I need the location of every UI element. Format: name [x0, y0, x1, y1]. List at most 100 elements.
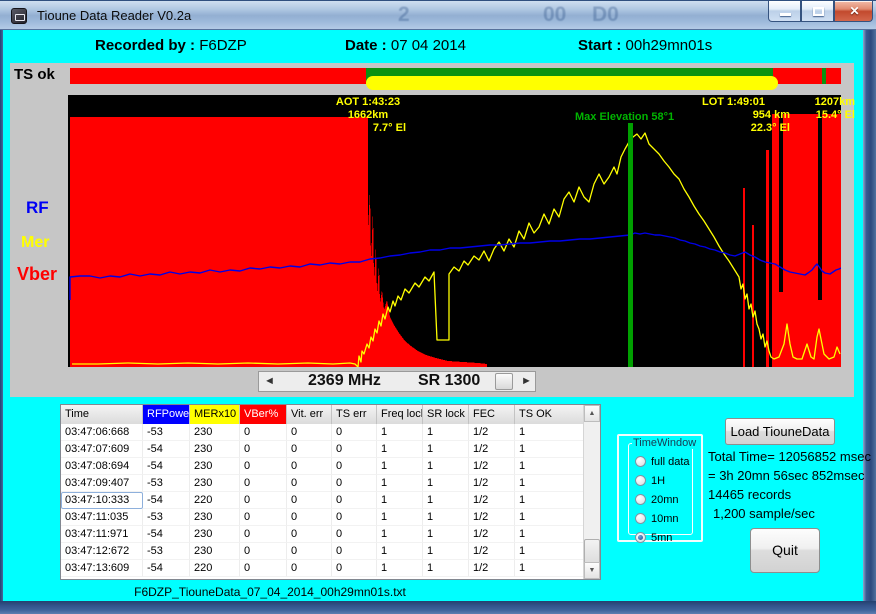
table-cell[interactable]: -54	[143, 458, 190, 475]
table-cell[interactable]: 1	[377, 441, 423, 458]
table-cell[interactable]: 1	[377, 458, 423, 475]
table-cell[interactable]: 0	[240, 458, 287, 475]
table-cell[interactable]: 0	[287, 543, 332, 560]
table-cell[interactable]: 1	[515, 560, 585, 577]
table-cell[interactable]: 0	[332, 424, 377, 441]
scroll-down-icon[interactable]: ▼	[584, 562, 600, 579]
table-cell[interactable]: 03:47:11:971	[61, 526, 143, 543]
table-cell[interactable]: 0	[332, 526, 377, 543]
table-cell[interactable]: 0	[287, 492, 332, 509]
table-cell[interactable]: 1	[515, 543, 585, 560]
table-cell[interactable]: 0	[287, 509, 332, 526]
table-cell[interactable]: 1/2	[469, 543, 515, 560]
table-cell[interactable]: 1	[515, 526, 585, 543]
table-cell[interactable]: -53	[143, 509, 190, 526]
table-cell[interactable]: 0	[332, 543, 377, 560]
table-cell[interactable]: 0	[287, 441, 332, 458]
table-cell[interactable]: 1	[515, 458, 585, 475]
table-cell[interactable]: 230	[190, 441, 240, 458]
table-cell[interactable]: 0	[332, 441, 377, 458]
table-cell[interactable]: 03:47:10:333	[61, 492, 143, 509]
load-tiounedata-button[interactable]: Load TiouneData	[725, 418, 835, 445]
table-cell[interactable]: 0	[240, 560, 287, 577]
table-cell[interactable]: 1	[423, 526, 469, 543]
column-header-ts-ok[interactable]: TS OK	[515, 405, 585, 424]
column-header-sr-lock[interactable]: SR lock	[423, 405, 469, 424]
table-cell[interactable]: 1	[423, 509, 469, 526]
table-cell[interactable]: 1/2	[469, 458, 515, 475]
table-row[interactable]: 03:47:12:672-53230000111/21	[61, 543, 600, 560]
table-cell[interactable]: -53	[143, 424, 190, 441]
table-cell[interactable]: 0	[287, 475, 332, 492]
table-cell[interactable]: 1	[377, 492, 423, 509]
table-cell[interactable]: 1	[515, 441, 585, 458]
table-scrollbar[interactable]: ▲ ▼	[583, 405, 600, 579]
scroll-right-icon[interactable]: ►	[521, 375, 532, 387]
table-cell[interactable]: 230	[190, 458, 240, 475]
table-cell[interactable]: 1/2	[469, 492, 515, 509]
table-cell[interactable]: 1/2	[469, 475, 515, 492]
table-cell[interactable]: 03:47:07:609	[61, 441, 143, 458]
column-header-time[interactable]: Time	[61, 405, 143, 424]
table-cell[interactable]: 1/2	[469, 441, 515, 458]
table-row[interactable]: 03:47:11:035-53230000111/21	[61, 509, 600, 526]
table-cell[interactable]: 0	[287, 458, 332, 475]
table-cell[interactable]: 1	[423, 560, 469, 577]
table-cell[interactable]: 1	[377, 526, 423, 543]
radio-icon[interactable]	[635, 456, 646, 467]
table-cell[interactable]: 03:47:11:035	[61, 509, 143, 526]
table-cell[interactable]: 1	[377, 509, 423, 526]
column-header-freq-lock[interactable]: Freq lock	[377, 405, 423, 424]
table-cell[interactable]: 1	[377, 424, 423, 441]
column-header-merx10[interactable]: MERx10	[190, 405, 240, 424]
table-cell[interactable]: 03:47:06:668	[61, 424, 143, 441]
table-cell[interactable]: 03:47:13:609	[61, 560, 143, 577]
table-cell[interactable]: 1	[377, 475, 423, 492]
table-cell[interactable]: 0	[240, 492, 287, 509]
table-cell[interactable]: 230	[190, 526, 240, 543]
radio-option-5mn[interactable]: 5mn	[635, 528, 690, 547]
table-cell[interactable]: 1	[515, 492, 585, 509]
table-cell[interactable]: 1	[515, 475, 585, 492]
table-row[interactable]: 03:47:06:668-53230000111/21	[61, 424, 600, 441]
table-cell[interactable]: 0	[332, 509, 377, 526]
radio-option-full-data[interactable]: full data	[635, 452, 690, 471]
table-cell[interactable]: 1/2	[469, 526, 515, 543]
table-cell[interactable]: -53	[143, 543, 190, 560]
table-cell[interactable]: 0	[332, 475, 377, 492]
table-cell[interactable]: 1	[377, 560, 423, 577]
quit-button[interactable]: Quit	[750, 528, 820, 573]
table-cell[interactable]: 1	[515, 509, 585, 526]
table-cell[interactable]: 0	[240, 543, 287, 560]
table-cell[interactable]: 230	[190, 509, 240, 526]
radio-option-1H[interactable]: 1H	[635, 471, 690, 490]
table-row[interactable]: 03:47:10:333-54220000111/21	[61, 492, 600, 509]
title-bar[interactable]: Tioune Data Reader V0.2a 2 00 D0 ✕	[0, 0, 876, 30]
table-cell[interactable]: 1/2	[469, 560, 515, 577]
radio-icon[interactable]	[635, 494, 646, 505]
table-row[interactable]: 03:47:07:609-54230000111/21	[61, 441, 600, 458]
table-cell[interactable]: 03:47:08:694	[61, 458, 143, 475]
close-button[interactable]: ✕	[834, 1, 873, 22]
table-cell[interactable]: 03:47:12:672	[61, 543, 143, 560]
table-cell[interactable]: 03:47:09:407	[61, 475, 143, 492]
maximize-button[interactable]	[801, 1, 834, 22]
column-header-vber-[interactable]: VBer%	[240, 405, 287, 424]
table-cell[interactable]: 1	[423, 424, 469, 441]
scroll-up-icon[interactable]: ▲	[584, 405, 600, 422]
table-cell[interactable]: 230	[190, 424, 240, 441]
table-cell[interactable]: 0	[332, 458, 377, 475]
table-cell[interactable]: 0	[240, 424, 287, 441]
table-cell[interactable]: 0	[287, 424, 332, 441]
table-cell[interactable]: 1	[423, 475, 469, 492]
table-cell[interactable]: 1/2	[469, 509, 515, 526]
table-row[interactable]: 03:47:13:609-54220000111/21	[61, 560, 600, 577]
table-cell[interactable]: 230	[190, 475, 240, 492]
table-cell[interactable]: -54	[143, 560, 190, 577]
column-header-rfpower[interactable]: RFPower	[143, 405, 190, 424]
radio-option-20mn[interactable]: 20mn	[635, 490, 690, 509]
radio-icon[interactable]	[635, 475, 646, 486]
scrollbar-thumb[interactable]	[495, 373, 513, 390]
scroll-left-icon[interactable]: ◄	[264, 375, 275, 387]
column-header-ts-err[interactable]: TS err	[332, 405, 377, 424]
